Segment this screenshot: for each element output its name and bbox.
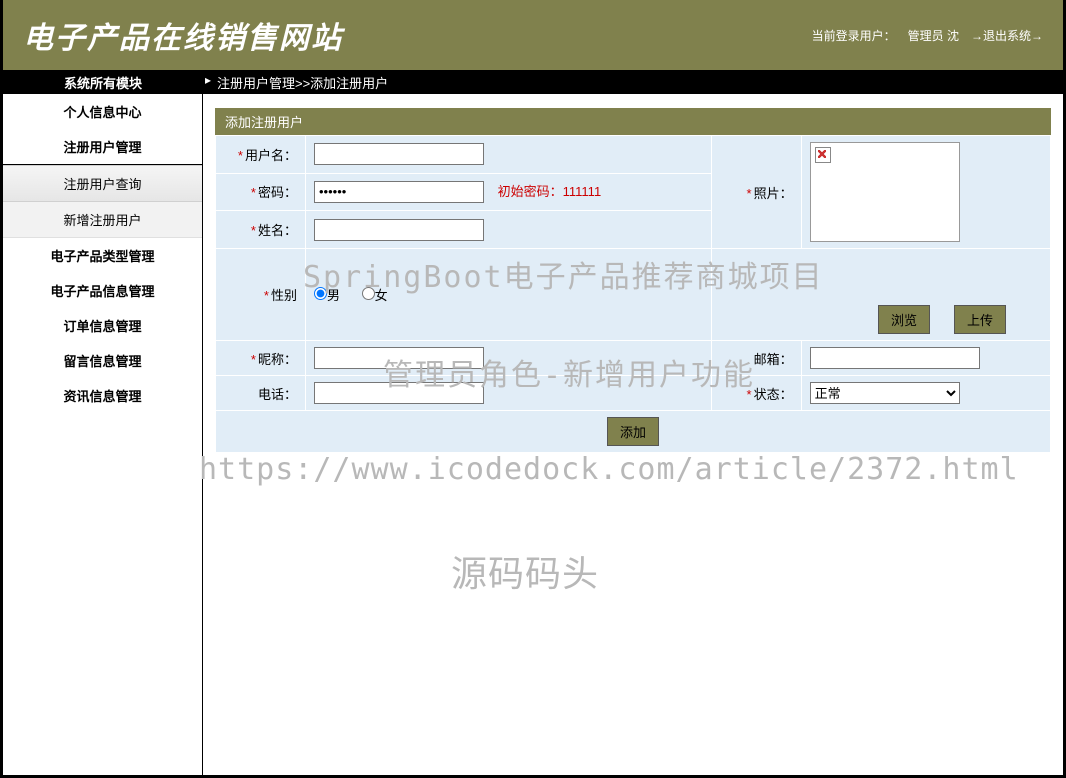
submit-button[interactable]: 添加 — [607, 417, 659, 446]
sidebar-item-profile[interactable]: 个人信息中心 — [3, 94, 202, 129]
gender-female-radio[interactable] — [362, 287, 375, 300]
gender-cell: 男 女 — [306, 249, 712, 341]
password-hint: 初始密码：111111 — [498, 184, 602, 199]
photo-action-cell: 浏览 上传 — [711, 249, 1050, 341]
browse-button[interactable]: 浏览 — [878, 305, 930, 334]
form-table: *用户名： *照片： *密码： 初始密码：111111 *姓名： — [215, 135, 1051, 453]
email-cell — [801, 341, 1050, 376]
modules-label: 系统所有模块 — [3, 73, 203, 92]
username-label: *用户名： — [216, 136, 306, 174]
nickname-cell — [306, 341, 712, 376]
sidebar-item-user-query[interactable]: 注册用户查询 — [3, 165, 202, 202]
photo-label: *照片： — [711, 136, 801, 249]
email-input[interactable] — [810, 347, 980, 369]
current-user-label: 当前登录用户： — [812, 27, 896, 44]
sidebar: 个人信息中心 注册用户管理 注册用户查询 新增注册用户 电子产品类型管理 电子产… — [3, 94, 203, 775]
name-label: *姓名： — [216, 211, 306, 249]
site-title: 电子产品在线销售网站 — [23, 13, 343, 57]
sidebar-item-news[interactable]: 资讯信息管理 — [3, 378, 202, 413]
sidebar-item-product-type[interactable]: 电子产品类型管理 — [3, 238, 202, 273]
phone-cell — [306, 376, 712, 411]
gender-male-radio[interactable] — [314, 287, 327, 300]
phone-label: 电话： — [216, 376, 306, 411]
username-input[interactable] — [314, 143, 484, 165]
logout-link[interactable]: →退出系统→ — [971, 27, 1043, 44]
status-select[interactable]: 正常 — [810, 382, 960, 404]
email-label: 邮箱： — [711, 341, 801, 376]
password-label: *密码： — [216, 173, 306, 211]
photo-cell — [801, 136, 1050, 249]
sidebar-item-messages[interactable]: 留言信息管理 — [3, 343, 202, 378]
sidebar-item-product-info[interactable]: 电子产品信息管理 — [3, 273, 202, 308]
current-user: 管理员 沈 — [908, 27, 959, 44]
panel-title: 添加注册用户 — [215, 108, 1051, 135]
header: 电子产品在线销售网站 当前登录用户： 管理员 沈 →退出系统→ — [3, 0, 1063, 70]
gender-label: *性别 — [216, 249, 306, 341]
phone-input[interactable] — [314, 382, 484, 404]
breadcrumb: 注册用户管理>>添加注册用户 — [203, 73, 1063, 92]
status-label: *状态： — [711, 376, 801, 411]
nickname-input[interactable] — [314, 347, 484, 369]
password-input[interactable] — [314, 181, 484, 203]
top-nav-bar: 系统所有模块 注册用户管理>>添加注册用户 — [3, 70, 1063, 94]
gender-male-label[interactable]: 男 — [314, 288, 340, 303]
username-cell — [306, 136, 712, 174]
name-input[interactable] — [314, 219, 484, 241]
sidebar-item-add-user[interactable]: 新增注册用户 — [3, 202, 202, 238]
sidebar-item-orders[interactable]: 订单信息管理 — [3, 308, 202, 343]
submit-row: 添加 — [216, 411, 1051, 453]
name-cell — [306, 211, 712, 249]
sidebar-item-user-mgmt[interactable]: 注册用户管理 — [3, 129, 202, 165]
main-content: 添加注册用户 *用户名： *照片： *密码： 初始密码：111111 — [203, 94, 1063, 775]
upload-button[interactable]: 上传 — [954, 305, 1006, 334]
header-user-area: 当前登录用户： 管理员 沈 →退出系统→ — [812, 27, 1043, 44]
password-cell: 初始密码：111111 — [306, 173, 712, 211]
status-cell: 正常 — [801, 376, 1050, 411]
nickname-label: *昵称： — [216, 341, 306, 376]
gender-female-label[interactable]: 女 — [362, 288, 388, 303]
photo-preview — [810, 142, 960, 242]
